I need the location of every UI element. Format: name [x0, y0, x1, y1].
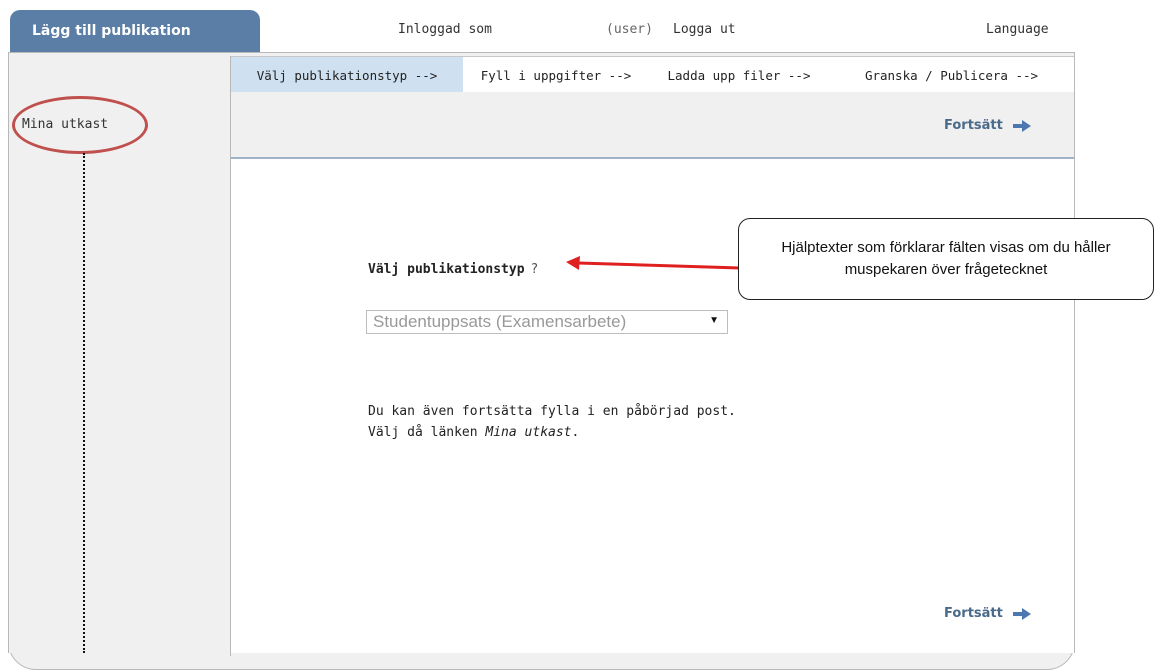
continue-button-top[interactable]: Fortsätt — [944, 118, 1031, 133]
info-line-1: Du kan även fortsätta fylla i en påbörja… — [368, 404, 736, 419]
continue-label: Fortsätt — [944, 118, 1003, 133]
annotation-red-arrow — [566, 256, 741, 270]
publication-type-label: Välj publikationstyp? — [368, 262, 538, 277]
info-line-2: Välj då länken Mina utkast. — [368, 422, 736, 443]
info-line-2-prefix: Välj då länken — [368, 425, 486, 440]
arrow-right-icon — [1012, 607, 1031, 620]
publication-type-value: Studentuppsats (Examensarbete) — [373, 312, 627, 331]
language-link[interactable]: Language — [986, 22, 1049, 37]
username: (user) — [606, 22, 653, 37]
annotation-callout: Hjälptexter som förklarar fälten visas o… — [738, 218, 1154, 300]
dotted-guide-line — [83, 153, 85, 653]
highlight-ellipse — [12, 96, 148, 154]
caret-down-icon: ▼ — [709, 315, 719, 326]
step-choose-type[interactable]: Välj publikationstyp --> — [231, 57, 463, 93]
info-line-2-suffix: . — [571, 425, 580, 440]
logged-in-label: Inloggad som — [398, 22, 492, 37]
publication-type-select[interactable]: Studentuppsats (Examensarbete) ▼ — [366, 310, 728, 334]
step-fill-details[interactable]: Fyll i uppgifter --> — [463, 57, 649, 93]
step-upload-files[interactable]: Ladda upp filer --> — [649, 57, 829, 93]
logout-link[interactable]: Logga ut — [673, 22, 736, 37]
continue-button-bottom[interactable]: Fortsätt — [944, 606, 1031, 621]
help-question-icon[interactable]: ? — [531, 262, 539, 277]
step-review-publish[interactable]: Granska / Publicera --> — [829, 57, 1074, 93]
continue-label: Fortsätt — [944, 606, 1003, 621]
drafts-info-text: Du kan även fortsätta fylla i en påbörja… — [368, 401, 736, 443]
info-drafts-reference: Mina utkast — [485, 425, 572, 440]
publication-type-label-text: Välj publikationstyp — [368, 262, 525, 277]
tab-add-publication[interactable]: Lägg till publikation — [10, 10, 260, 52]
step-navigation: Välj publikationstyp --> Fyll i uppgifte… — [231, 56, 1074, 94]
arrow-right-icon — [1012, 119, 1031, 132]
